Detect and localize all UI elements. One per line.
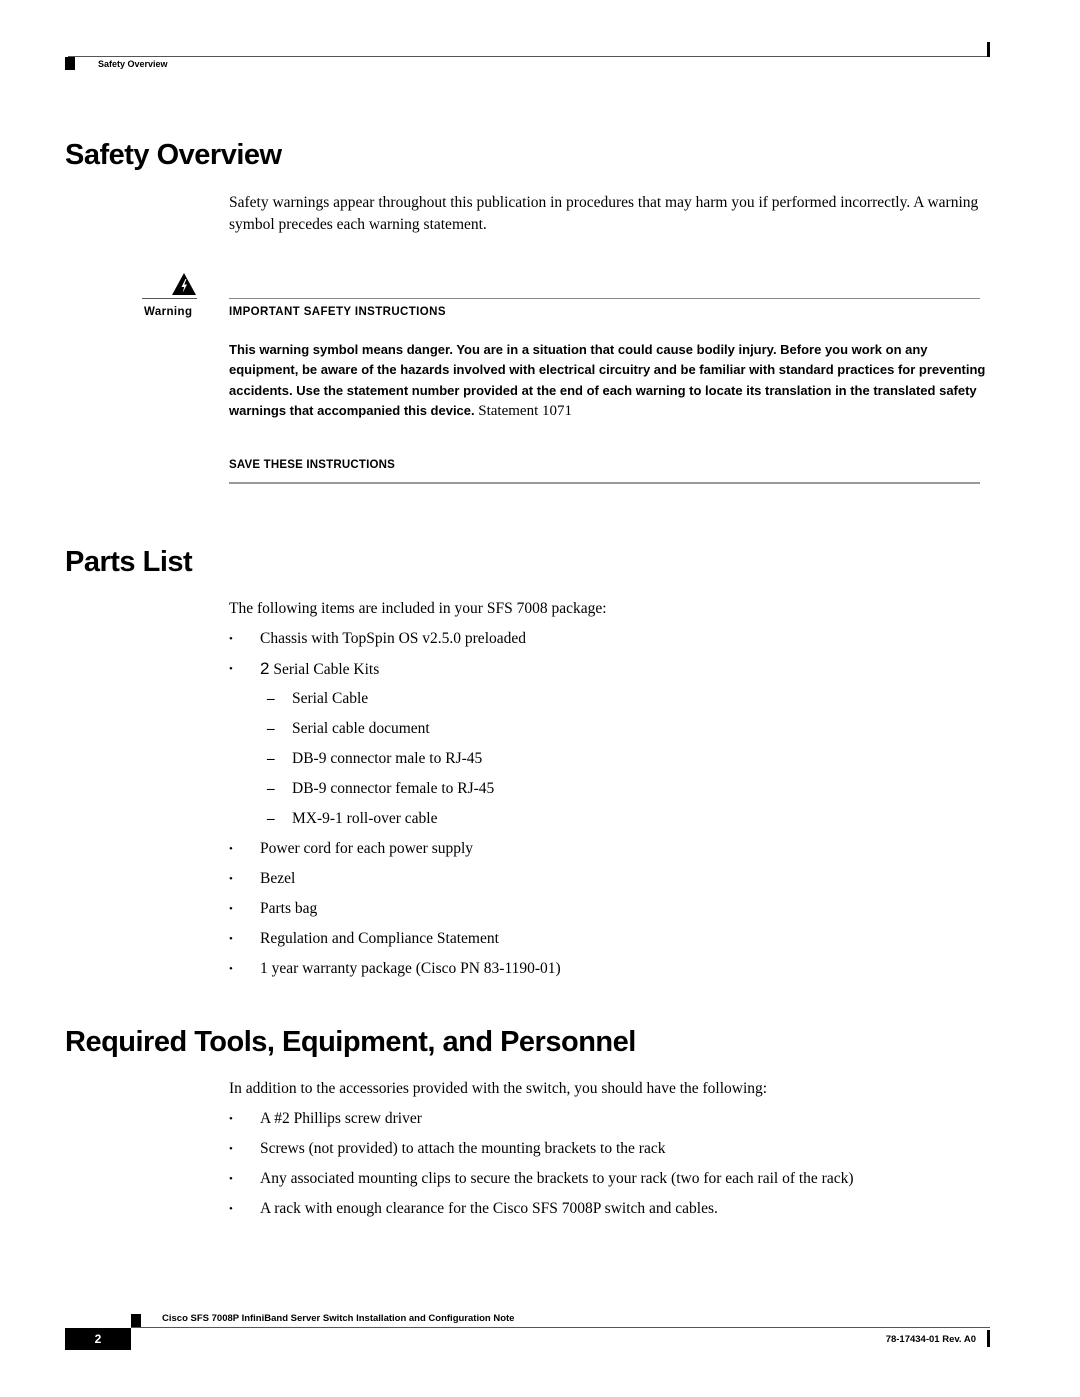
bullet-icon: •: [229, 663, 233, 675]
page-number: 2: [65, 1328, 131, 1350]
warning-label: Warning: [144, 306, 193, 318]
bullet-icon: •: [229, 1143, 233, 1155]
header-corner-mark: [987, 42, 990, 57]
running-header-title: Safety Overview: [98, 59, 168, 69]
bullet-icon: •: [229, 1203, 233, 1215]
dash-icon: –: [267, 691, 275, 707]
footer-corner-mark: [987, 1330, 990, 1347]
dash-icon: –: [267, 781, 275, 797]
dash-icon: –: [267, 811, 275, 827]
safety-intro-paragraph: Safety warnings appear throughout this p…: [229, 194, 979, 233]
warning-statement-number: Statement 1071: [478, 403, 572, 420]
bullet-icon: •: [229, 903, 233, 915]
parts-list-heading: Parts List: [65, 546, 193, 578]
bullet-icon: •: [229, 933, 233, 945]
bullet-icon: •: [229, 873, 233, 885]
warning-icon-underline: [142, 298, 197, 299]
footer-document-title: Cisco SFS 7008P InfiniBand Server Switch…: [162, 1313, 515, 1324]
header-marker-block: [65, 57, 75, 70]
bullet-icon: •: [229, 963, 233, 975]
bullet-icon: •: [229, 1173, 233, 1185]
warning-top-rule: [229, 298, 980, 299]
electrical-hazard-warning-icon: [172, 273, 196, 295]
dash-icon: –: [267, 751, 275, 767]
warning-title: IMPORTANT SAFETY INSTRUCTIONS: [229, 306, 446, 318]
header-rule: [68, 56, 989, 57]
required-tools-heading: Required Tools, Equipment, and Personnel: [65, 1026, 636, 1058]
save-instructions-label: SAVE THESE INSTRUCTIONS: [229, 459, 396, 471]
bullet-icon: •: [229, 843, 233, 855]
warning-bottom-rule: [229, 482, 980, 484]
tools-intro-paragraph: In addition to the accessories provided …: [229, 1080, 768, 1097]
warning-body-text: This warning symbol means danger. You ar…: [229, 342, 986, 419]
footer-rule: [131, 1327, 990, 1328]
bullet-icon: •: [229, 633, 233, 645]
dash-icon: –: [267, 721, 275, 737]
bullet-icon: •: [229, 1113, 233, 1125]
warning-body: This warning symbol means danger. You ar…: [229, 340, 989, 422]
footer-marker-block: [131, 1314, 141, 1327]
document-part-number: 78-17434-01 Rev. A0: [885, 1334, 976, 1345]
parts-intro-paragraph: The following items are included in your…: [229, 600, 607, 617]
safety-overview-heading: Safety Overview: [65, 139, 282, 171]
